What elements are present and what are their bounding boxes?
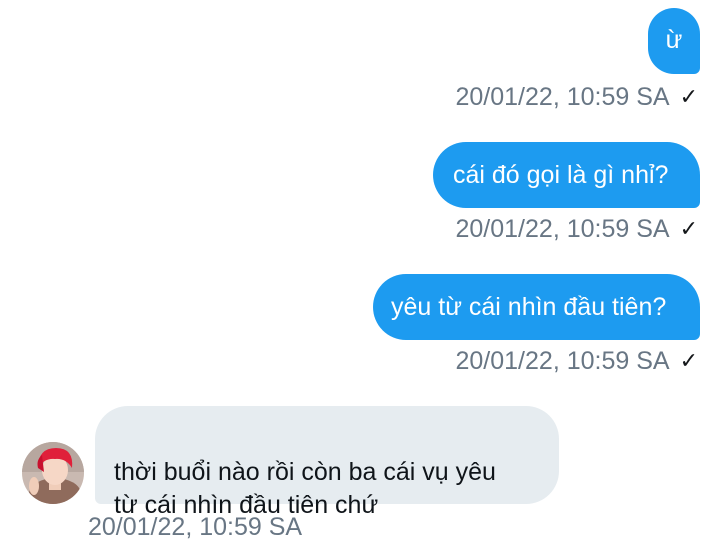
outgoing-message-bubble[interactable]: ừ [648, 8, 700, 74]
outgoing-message-bubble[interactable]: cái đó gọi là gì nhỉ? [433, 142, 700, 208]
outgoing-message-bubble[interactable]: yêu từ cái nhìn đầu tiên? [373, 274, 700, 340]
message-meta: 20/01/22, 10:59 SA [88, 512, 302, 542]
message-meta: 20/01/22, 10:59 SA ✓ [456, 214, 699, 244]
check-icon: ✓ [679, 348, 698, 373]
message-meta: 20/01/22, 10:59 SA ✓ [456, 82, 699, 112]
message-text: cái đó gọi là gì nhỉ? [453, 161, 669, 189]
message-timestamp: 20/01/22, 10:59 SA [455, 347, 670, 375]
message-text: ừ [665, 26, 683, 54]
message-timestamp: 20/01/22, 10:59 SA [455, 215, 670, 243]
message-meta: 20/01/22, 10:59 SA ✓ [456, 346, 699, 376]
check-icon: ✓ [679, 216, 698, 241]
message-timestamp: 20/01/22, 10:59 SA [455, 83, 670, 111]
avatar-image [22, 442, 84, 504]
incoming-message-bubble[interactable]: thời buổi nào rồi còn ba cái vụ yêu từ c… [95, 406, 559, 519]
message-timestamp: 20/01/22, 10:59 SA [88, 513, 303, 541]
message-text: thời buổi nào rồi còn ba cái vụ yêu từ c… [114, 458, 496, 519]
message-text: yêu từ cái nhìn đầu tiên? [391, 293, 667, 321]
avatar[interactable] [22, 442, 84, 504]
check-icon: ✓ [679, 84, 698, 109]
